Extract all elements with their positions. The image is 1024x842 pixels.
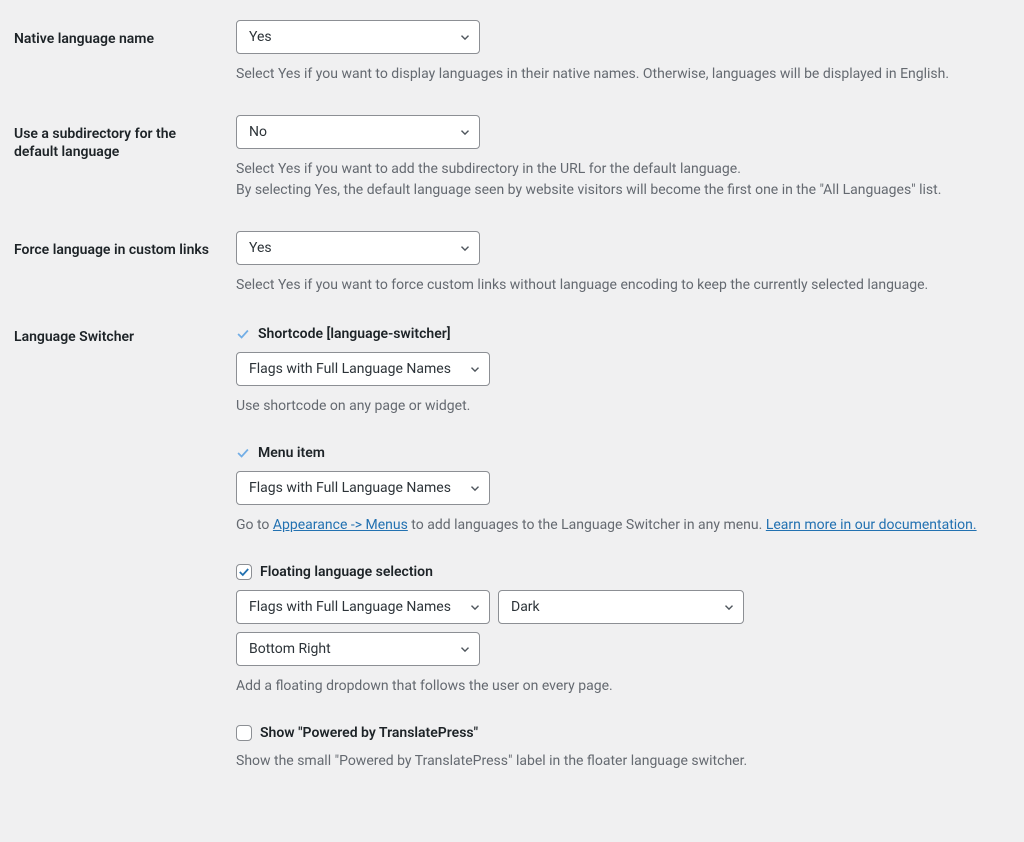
- learn-more-link[interactable]: Learn more in our documentation.: [766, 517, 977, 533]
- floating-title: Floating language selection: [260, 564, 433, 580]
- shortcode-title: Shortcode [language-switcher]: [258, 326, 451, 342]
- powered-checkbox[interactable]: [236, 725, 252, 741]
- powered-title: Show "Powered by TranslatePress": [260, 725, 478, 741]
- native-lang-desc: Select Yes if you want to display langua…: [236, 64, 1010, 85]
- floating-desc: Add a floating dropdown that follows the…: [236, 676, 1010, 697]
- force-links-desc: Select Yes if you want to force custom l…: [236, 275, 1010, 296]
- subdir-select[interactable]: No: [236, 115, 480, 149]
- check-icon: [238, 566, 250, 578]
- floating-checkbox[interactable]: [236, 564, 252, 580]
- appearance-menus-link[interactable]: Appearance -> Menus: [273, 517, 408, 533]
- force-links-select[interactable]: Yes: [236, 231, 480, 265]
- switcher-label: Language Switcher: [14, 328, 220, 346]
- shortcode-display-select[interactable]: Flags with Full Language Names: [236, 352, 490, 386]
- menu-item-desc: Go to Appearance -> Menus to add languag…: [236, 515, 1010, 536]
- native-lang-select[interactable]: Yes: [236, 20, 480, 54]
- subdir-label: Use a subdirectory for the default langu…: [14, 125, 220, 161]
- check-icon: [236, 327, 250, 341]
- shortcode-desc: Use shortcode on any page or widget.: [236, 396, 1010, 417]
- native-lang-label: Native language name: [14, 30, 220, 48]
- menu-item-display-select[interactable]: Flags with Full Language Names: [236, 471, 490, 505]
- subdir-desc: Select Yes if you want to add the subdir…: [236, 159, 1010, 201]
- powered-desc: Show the small "Powered by TranslatePres…: [236, 751, 1010, 772]
- force-links-label: Force language in custom links: [14, 241, 220, 259]
- floating-theme-select[interactable]: Dark: [498, 590, 744, 624]
- check-icon: [236, 446, 250, 460]
- menu-item-title: Menu item: [258, 445, 325, 461]
- floating-display-select[interactable]: Flags with Full Language Names: [236, 590, 490, 624]
- floating-position-select[interactable]: Bottom Right: [236, 632, 480, 666]
